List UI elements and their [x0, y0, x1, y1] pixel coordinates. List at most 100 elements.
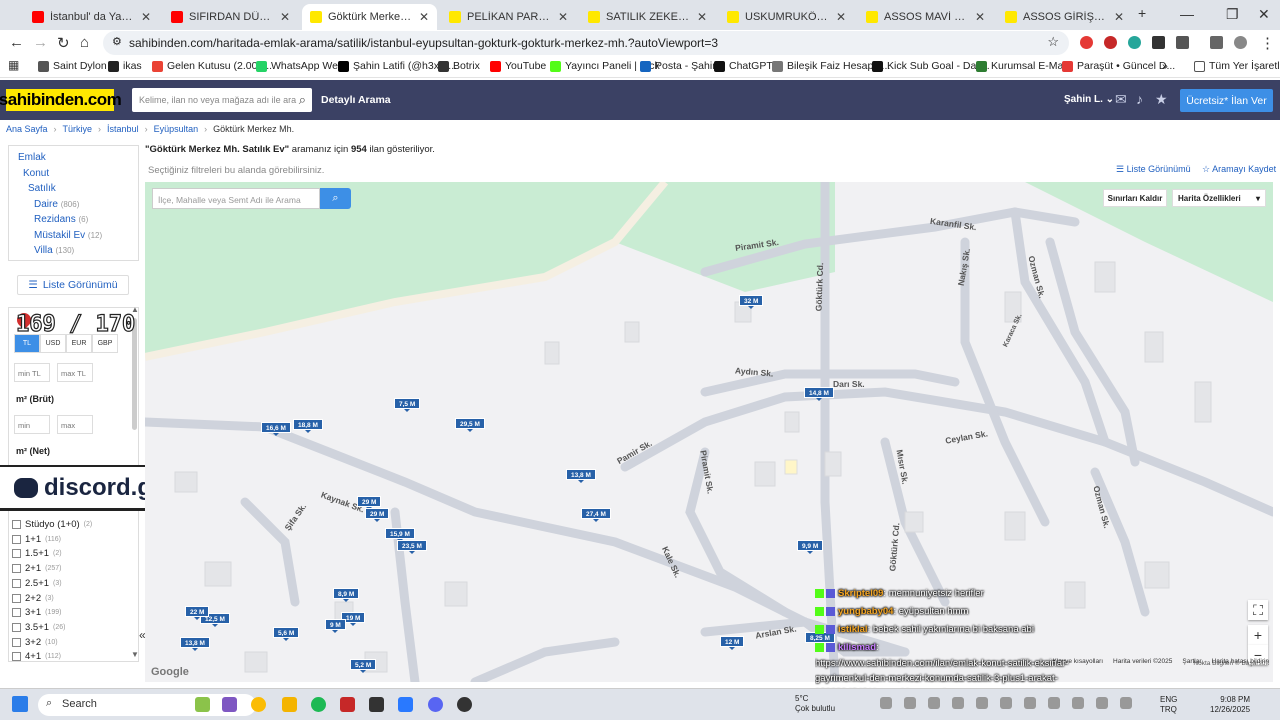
menu-icon[interactable]: ⋮ — [1260, 34, 1275, 52]
bookmark-item[interactable]: Saint Dylon — [38, 60, 107, 72]
category-item[interactable]: Rezidans (6) — [18, 212, 138, 228]
taskbar-app-icon[interactable] — [195, 697, 210, 712]
price-marker[interactable]: 9,9 M — [797, 540, 824, 554]
tray-icon[interactable] — [904, 697, 916, 709]
profile-avatar[interactable] — [1234, 36, 1247, 49]
scroll-down-icon[interactable]: ▼ — [131, 650, 139, 659]
close-tab-icon[interactable]: ✕ — [141, 10, 151, 24]
site-info-icon[interactable]: ⚙ — [112, 35, 122, 48]
checkbox[interactable] — [12, 564, 21, 574]
bookmark-item[interactable]: Paraşüt • Güncel D... — [1062, 60, 1175, 72]
price-marker[interactable]: 5,6 M — [273, 627, 300, 641]
close-tab-icon[interactable]: ✕ — [558, 10, 568, 24]
extensions-puzzle-icon[interactable] — [1176, 36, 1189, 49]
taskbar-app-icon[interactable] — [398, 697, 413, 712]
bookmark-item[interactable]: YouTube — [490, 60, 546, 72]
price-marker[interactable]: 7,5 M — [394, 398, 421, 412]
checkbox[interactable] — [12, 637, 21, 647]
checkbox[interactable] — [12, 534, 21, 544]
tray-icon[interactable] — [952, 697, 964, 709]
weather-widget[interactable]: 5°C Çok bulutlu — [795, 694, 835, 714]
bookmark-star-icon[interactable]: ☆ — [1047, 34, 1059, 50]
sahibinden-logo[interactable]: sahibinden.com — [0, 89, 122, 111]
close-window-icon[interactable]: ✕ — [1258, 6, 1270, 23]
taskbar-app-icon[interactable] — [457, 697, 472, 712]
tray-icon[interactable] — [976, 697, 988, 709]
user-menu[interactable]: Şahin L. ⌄ — [1064, 94, 1114, 105]
all-bookmarks-folder[interactable]: Tüm Yer İşaretleri — [1194, 60, 1280, 72]
browser-tab[interactable]: SIFIRDAN DÜNYA MARKA ✕ — [163, 4, 298, 30]
m2-gross-min-input[interactable]: min — [14, 415, 50, 434]
tray-icon[interactable] — [1072, 697, 1084, 709]
zoom-in-button[interactable]: + — [1248, 625, 1268, 645]
price-marker[interactable]: 5,2 M — [350, 659, 377, 673]
favorites-star-icon[interactable]: ★ — [1155, 91, 1168, 108]
discord-taskbar-icon[interactable] — [428, 697, 443, 712]
bookmark-item[interactable]: Posta - Şahin — [640, 60, 718, 72]
maximize-icon[interactable]: ❐ — [1226, 6, 1239, 23]
room-filter-option[interactable]: 3+2 (10) — [12, 637, 58, 648]
price-marker[interactable]: 29 M — [365, 508, 390, 522]
taskbar-app-icon[interactable] — [340, 697, 355, 712]
tray-icon[interactable] — [1120, 697, 1132, 709]
new-tab-button[interactable]: + — [1138, 5, 1146, 21]
list-view-link[interactable]: ☰ Liste Görünümü — [1116, 164, 1191, 175]
price-marker[interactable]: 23,5 M — [397, 540, 427, 554]
extension-icon[interactable] — [1152, 36, 1165, 49]
price-marker[interactable]: 9 M — [325, 619, 346, 633]
category-item[interactable]: Müstakil Ev (12) — [18, 228, 138, 244]
extension-icon[interactable] — [1128, 36, 1141, 49]
price-marker[interactable]: 13,8 M — [566, 469, 596, 483]
tray-icon[interactable] — [928, 697, 940, 709]
apps-grid-icon[interactable]: ▦ — [8, 58, 19, 72]
room-filter-option[interactable]: Stüdyo (1+0) (2) — [12, 519, 92, 530]
browser-tab[interactable]: ASSOS MAVİ BEHRAM SF ✕ — [858, 4, 993, 30]
close-tab-icon[interactable]: ✕ — [836, 10, 846, 24]
price-marker[interactable]: 13,8 M — [180, 637, 210, 651]
save-search-link[interactable]: ☆ Aramayı Kaydet — [1202, 164, 1276, 175]
room-filter-option[interactable]: 1.5+1 (2) — [12, 548, 62, 559]
tray-icon[interactable] — [1048, 697, 1060, 709]
checkbox[interactable] — [12, 622, 21, 632]
tray-icon[interactable] — [1096, 697, 1108, 709]
checkbox[interactable] — [12, 608, 21, 618]
reading-list-icon[interactable] — [1210, 36, 1223, 49]
breadcrumb-item[interactable]: İstanbul — [107, 124, 139, 134]
bookmark-item[interactable]: Botrix — [438, 60, 480, 72]
forward-icon[interactable]: → — [33, 34, 48, 51]
browser-tab[interactable]: SATILIK ZEKERİYAKÖY TE ✕ — [580, 4, 715, 30]
bookmark-item[interactable]: ChatGPT — [714, 60, 773, 72]
breadcrumb-item[interactable]: Eyüpsultan — [154, 124, 199, 134]
close-tab-icon[interactable]: ✕ — [697, 10, 707, 24]
max-price-input[interactable]: max TL — [57, 363, 93, 382]
extension-icon[interactable] — [1104, 36, 1117, 49]
map-search-button[interactable]: ⌕ — [320, 188, 351, 209]
close-tab-icon[interactable]: ✕ — [975, 10, 985, 24]
chrome-icon[interactable] — [251, 697, 266, 712]
checkbox[interactable] — [12, 578, 21, 588]
list-view-button[interactable]: ☰ Liste Görünümü — [17, 275, 129, 295]
map[interactable]: İlçe, Mahalle veya Semt Adı ile Arama ⌕ … — [145, 182, 1273, 682]
min-price-input[interactable]: min TL — [14, 363, 50, 382]
price-marker[interactable]: 16,6 M — [261, 422, 291, 436]
room-filter-option[interactable]: 4+1 (112) — [12, 651, 61, 662]
room-filter-option[interactable]: 3+1 (199) — [12, 607, 61, 618]
bookmark-item[interactable]: Kurumsal E-Mail — [976, 60, 1068, 72]
category-item[interactable]: Villa (130) — [18, 243, 138, 259]
browser-tab[interactable]: İstanbul' da Yaşamanın D ✕ — [24, 4, 159, 30]
category-item[interactable]: Daire (806) — [18, 197, 138, 213]
close-tab-icon[interactable]: ✕ — [1114, 10, 1124, 24]
notification-bell-icon[interactable]: ♪ — [1136, 91, 1143, 107]
room-filter-option[interactable]: 2.5+1 (3) — [12, 578, 62, 589]
price-marker[interactable]: 8,9 M — [333, 588, 360, 602]
bookmarks-more-icon[interactable]: » — [1162, 60, 1168, 72]
bookmark-item[interactable]: Gelen Kutusu (2.008... — [152, 60, 272, 72]
price-marker[interactable]: 15,9 M — [385, 528, 415, 542]
price-marker[interactable]: 29,5 M — [455, 418, 485, 432]
reload-icon[interactable]: ↻ — [57, 34, 70, 52]
search-icon[interactable]: ⌕ — [299, 92, 306, 108]
checkbox[interactable] — [12, 520, 21, 529]
close-tab-icon[interactable]: ✕ — [419, 10, 429, 24]
fullscreen-icon[interactable]: ⛶ — [1248, 600, 1268, 620]
bookmark-item[interactable]: ikas — [108, 60, 142, 72]
